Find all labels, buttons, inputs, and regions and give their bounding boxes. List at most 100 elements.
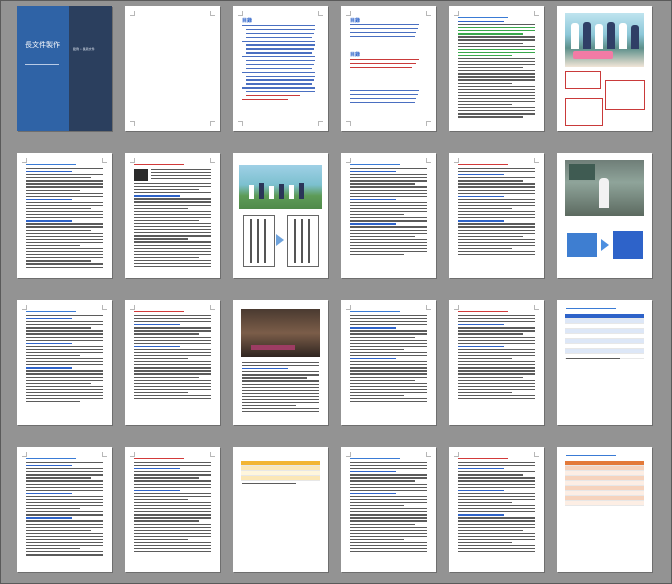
toc-list bbox=[350, 90, 427, 106]
body-text bbox=[134, 462, 211, 554]
page-thumbnail-6[interactable] bbox=[557, 6, 652, 131]
crop-mark bbox=[534, 158, 539, 163]
cover-panel bbox=[17, 6, 69, 131]
classroom-photo bbox=[565, 160, 644, 216]
callout-box bbox=[605, 80, 645, 110]
crop-mark bbox=[426, 11, 431, 16]
body-text bbox=[458, 462, 535, 554]
body-text bbox=[242, 483, 319, 486]
page-thumbnail-14[interactable] bbox=[125, 300, 220, 425]
crop-mark bbox=[102, 305, 107, 310]
cover-subtitle: 範例 • 長篇文件 bbox=[73, 47, 95, 51]
crop-mark bbox=[534, 11, 539, 16]
section-header-rule bbox=[134, 455, 184, 459]
crop-mark bbox=[102, 452, 107, 457]
page-thumbnail-17[interactable] bbox=[449, 300, 544, 425]
crop-mark bbox=[210, 11, 215, 16]
body-text bbox=[458, 168, 535, 257]
body-text bbox=[350, 315, 427, 404]
crop-mark bbox=[210, 121, 215, 126]
crop-mark bbox=[534, 305, 539, 310]
cover-side-panel bbox=[69, 6, 112, 131]
crop-mark bbox=[426, 305, 431, 310]
arrow-right-icon bbox=[276, 234, 284, 246]
section-header-rule bbox=[566, 452, 616, 456]
page-thumbnail-2[interactable] bbox=[125, 6, 220, 131]
page-thumbnail-8[interactable] bbox=[125, 153, 220, 278]
movie-poster-image bbox=[565, 13, 644, 67]
body-text bbox=[350, 168, 427, 257]
body-text bbox=[134, 183, 211, 269]
page-thumbnail-22[interactable] bbox=[341, 447, 436, 572]
section-header-rule bbox=[566, 305, 616, 309]
arrow-right-icon bbox=[601, 239, 609, 251]
page-thumbnail-11[interactable] bbox=[449, 153, 544, 278]
toc-list bbox=[350, 24, 427, 40]
crop-mark bbox=[238, 121, 243, 126]
body-text bbox=[134, 315, 211, 401]
page-thumbnail-3[interactable]: 目錄 bbox=[233, 6, 328, 131]
toc-heading: 目錄 bbox=[350, 52, 361, 58]
section-header-rule bbox=[350, 455, 400, 459]
page-thumbnail-24[interactable] bbox=[557, 447, 652, 572]
crop-mark bbox=[318, 11, 323, 16]
crop-mark bbox=[346, 11, 351, 16]
data-table bbox=[565, 461, 644, 506]
page-thumbnail-12[interactable] bbox=[557, 153, 652, 278]
body-text bbox=[242, 362, 319, 414]
cover-title: 長文件製作 bbox=[25, 41, 60, 49]
crop-mark bbox=[426, 158, 431, 163]
section-header-rule bbox=[134, 161, 184, 165]
crop-mark bbox=[130, 11, 135, 16]
process-box bbox=[567, 233, 597, 257]
toc-heading: 目錄 bbox=[350, 18, 361, 24]
crop-mark bbox=[534, 452, 539, 457]
section-header-rule bbox=[26, 161, 76, 165]
crop-mark bbox=[238, 11, 243, 16]
print-preview-area[interactable]: 長文件製作 範例 • 長篇文件 目錄 目錄 目錄 bbox=[0, 0, 672, 584]
section-header-rule bbox=[350, 161, 400, 165]
page-thumbnail-5[interactable] bbox=[449, 6, 544, 131]
toc-list bbox=[350, 59, 427, 71]
page-thumbnail-18[interactable] bbox=[557, 300, 652, 425]
page-thumbnail-1[interactable]: 長文件製作 範例 • 長篇文件 bbox=[17, 6, 112, 131]
page-thumbnail-20[interactable] bbox=[125, 447, 220, 572]
page-thumbnail-21[interactable] bbox=[233, 447, 328, 572]
toc-list bbox=[242, 25, 319, 103]
process-box bbox=[613, 231, 643, 259]
page-thumbnail-16[interactable] bbox=[341, 300, 436, 425]
section-header-rule bbox=[134, 308, 184, 312]
crop-mark bbox=[130, 121, 135, 126]
crop-mark bbox=[426, 121, 431, 126]
crop-mark bbox=[210, 305, 215, 310]
page-thumbnail-10[interactable] bbox=[341, 153, 436, 278]
section-header-rule bbox=[458, 455, 508, 459]
body-text bbox=[350, 462, 427, 554]
section-header-rule bbox=[26, 455, 76, 459]
body-text bbox=[26, 315, 103, 404]
crop-mark bbox=[102, 158, 107, 163]
data-table bbox=[565, 314, 644, 359]
page-thumbnail-19[interactable] bbox=[17, 447, 112, 572]
body-text bbox=[566, 358, 643, 361]
body-text bbox=[458, 21, 535, 120]
body-text bbox=[458, 315, 535, 401]
page-thumbnail-9[interactable] bbox=[233, 153, 328, 278]
callout-box bbox=[565, 98, 603, 126]
page-thumbnail-23[interactable] bbox=[449, 447, 544, 572]
page-thumbnail-7[interactable] bbox=[17, 153, 112, 278]
divider bbox=[25, 64, 59, 65]
body-text bbox=[26, 168, 103, 270]
body-text bbox=[151, 169, 211, 181]
crowd-photo bbox=[241, 309, 320, 357]
body-text bbox=[26, 462, 103, 557]
crop-mark bbox=[318, 121, 323, 126]
page-thumbnail-15[interactable] bbox=[233, 300, 328, 425]
vertical-text-box bbox=[243, 215, 275, 267]
crop-mark bbox=[346, 121, 351, 126]
section-header-rule bbox=[458, 14, 508, 18]
page-thumbnail-4[interactable]: 目錄 目錄 bbox=[341, 6, 436, 131]
crop-mark bbox=[426, 452, 431, 457]
crop-mark bbox=[210, 452, 215, 457]
page-thumbnail-13[interactable] bbox=[17, 300, 112, 425]
